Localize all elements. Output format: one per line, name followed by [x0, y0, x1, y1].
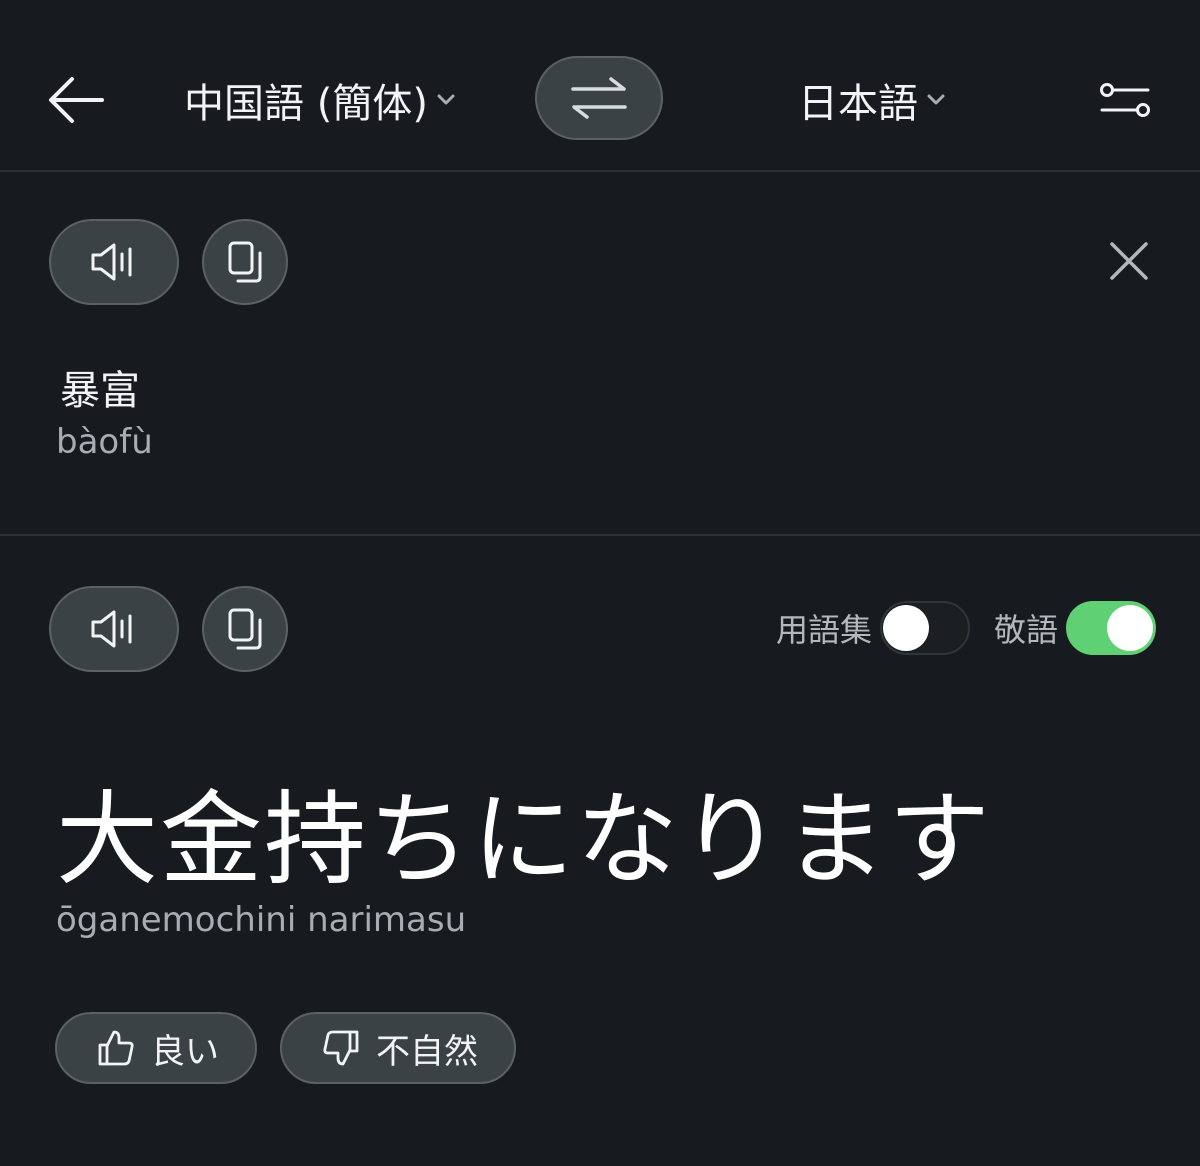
- translation-copy-button[interactable]: [202, 586, 288, 672]
- copy-icon: [228, 608, 262, 650]
- glossary-toggle-group: 用語集: [776, 600, 971, 656]
- sliders-icon: [1100, 83, 1150, 117]
- source-copy-button[interactable]: [202, 219, 288, 305]
- feedback-unnatural-label: 不自然: [376, 1031, 478, 1072]
- honorific-switch[interactable]: [1066, 601, 1157, 655]
- translation-romanization: ōganemochini narimasu: [56, 900, 467, 940]
- back-button[interactable]: [40, 64, 112, 136]
- glossary-switch[interactable]: [880, 601, 971, 655]
- feedback-good-button[interactable]: 良い: [55, 1012, 257, 1084]
- target-language-label: 日本語: [798, 81, 918, 127]
- arrow-left-icon: [49, 77, 104, 123]
- target-language-selector[interactable]: 日本語: [798, 68, 946, 132]
- translation-panel: 用語集 敬語 大金持ちになります ōganemochini narimasu 良…: [0, 536, 1200, 1166]
- translation-text: 大金持ちになります: [56, 781, 992, 900]
- swap-arrows-icon: [571, 77, 627, 119]
- thumbs-down-icon: [323, 1030, 359, 1066]
- chevron-down-icon: [927, 94, 945, 105]
- source-panel: 暴富 bàofù: [0, 172, 1200, 536]
- source-romanization: bàofù: [56, 422, 153, 462]
- glossary-label: 用語集: [776, 611, 873, 649]
- switch-knob: [1107, 605, 1154, 651]
- honorific-label: 敬語: [994, 611, 1059, 649]
- honorific-toggle-group: 敬語: [994, 600, 1157, 656]
- source-speak-button[interactable]: [49, 219, 179, 305]
- speaker-icon: [91, 610, 132, 648]
- swap-languages-button[interactable]: [535, 56, 663, 140]
- translation-speak-button[interactable]: [49, 586, 179, 672]
- top-bar: 中国語 (簡体) 日本語: [0, 0, 1200, 172]
- copy-icon: [228, 241, 262, 283]
- speaker-icon: [91, 243, 132, 281]
- chevron-down-icon: [437, 94, 455, 105]
- feedback-unnatural-button[interactable]: 不自然: [280, 1012, 516, 1084]
- source-language-selector[interactable]: 中国語 (簡体): [184, 68, 456, 132]
- source-text: 暴富: [60, 368, 140, 414]
- thumbs-up-icon: [98, 1030, 134, 1066]
- source-language-label: 中国語 (簡体): [184, 81, 428, 127]
- switch-knob: [883, 605, 930, 651]
- clear-input-button[interactable]: [1100, 232, 1158, 290]
- feedback-good-label: 良い: [151, 1031, 219, 1072]
- settings-button[interactable]: [1090, 68, 1160, 132]
- close-icon: [1110, 242, 1148, 280]
